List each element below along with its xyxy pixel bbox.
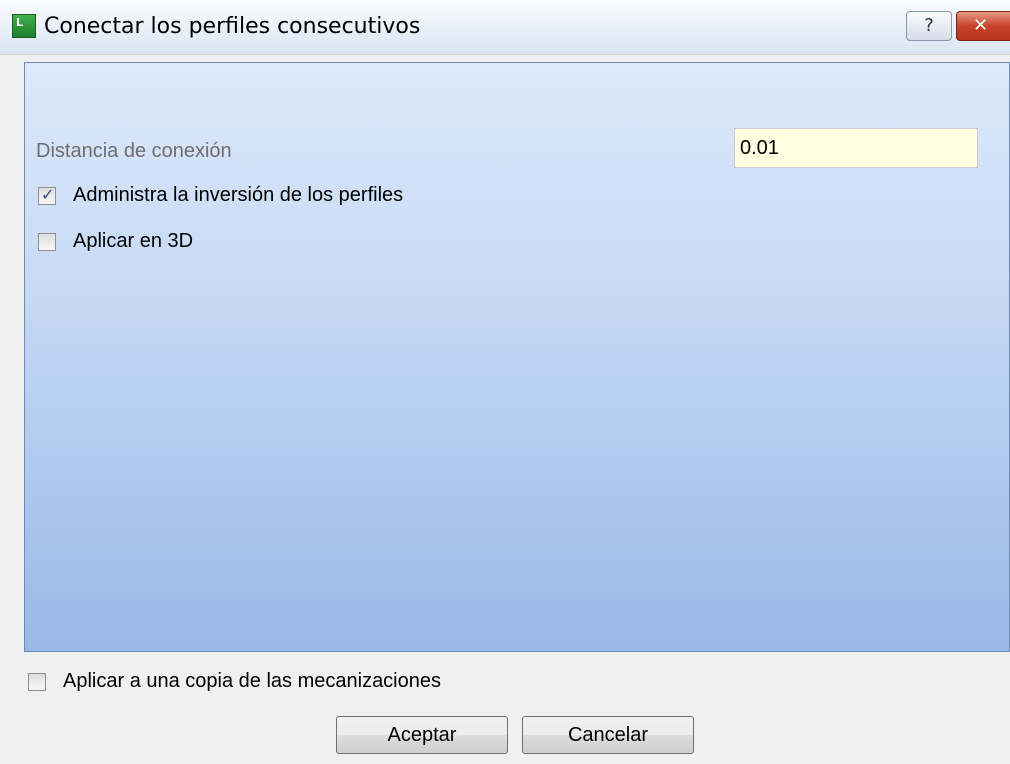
- cancel-button[interactable]: Cancelar: [522, 716, 694, 754]
- apply-3d-checkbox[interactable]: [38, 233, 56, 251]
- invert-profiles-label[interactable]: Administra la inversión de los perfiles: [73, 184, 403, 207]
- window-title: Conectar los perfiles consecutivos: [44, 14, 421, 39]
- help-button[interactable]: ?: [906, 11, 952, 41]
- app-icon-text: L: [16, 16, 24, 29]
- apply-copy-checkbox[interactable]: [28, 673, 46, 691]
- invert-profiles-checkbox[interactable]: [38, 185, 56, 205]
- apply-copy-label[interactable]: Aplicar a una copia de las mecanizacione…: [63, 670, 441, 693]
- distance-label: Distancia de conexión: [36, 140, 232, 162]
- title-bar: L Conectar los perfiles consecutivos ? ✕: [0, 0, 1010, 55]
- app-icon: L: [12, 14, 36, 38]
- apply-3d-label[interactable]: Aplicar en 3D: [73, 230, 193, 253]
- accept-button[interactable]: Aceptar: [336, 716, 508, 754]
- distance-input[interactable]: [734, 128, 978, 168]
- close-button[interactable]: ✕: [956, 11, 1010, 41]
